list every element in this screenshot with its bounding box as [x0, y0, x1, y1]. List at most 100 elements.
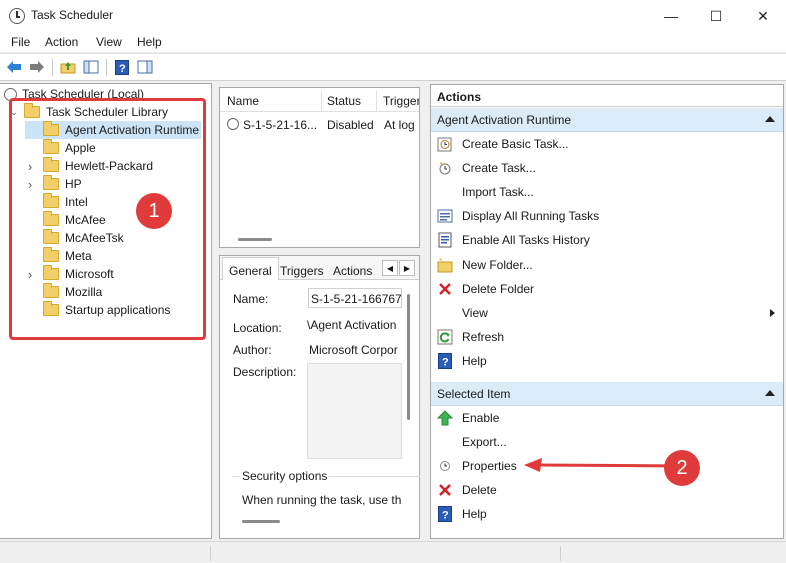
- action-label: Create Task...: [462, 161, 536, 175]
- delete-x-icon: [437, 482, 453, 498]
- actions-title: Actions: [437, 90, 482, 104]
- svg-text:?: ?: [442, 510, 449, 522]
- action-label: Properties: [462, 459, 517, 473]
- action-import-task[interactable]: Import Task...: [431, 180, 783, 204]
- back-icon[interactable]: [5, 58, 23, 76]
- action-export[interactable]: Export...: [431, 430, 783, 454]
- section-title: Agent Activation Runtime: [437, 112, 572, 127]
- history-icon: [437, 232, 453, 248]
- running-tasks-icon: [437, 208, 453, 224]
- toolbar-separator: [106, 59, 107, 76]
- author-label: Author:: [233, 343, 272, 357]
- collapse-icon[interactable]: [765, 390, 775, 396]
- tab-general[interactable]: General: [222, 257, 279, 280]
- details-tabs: General Triggers Actions ◀ ▶: [220, 256, 419, 280]
- horizontal-scrollbar[interactable]: [242, 520, 280, 523]
- toolbar-separator: [52, 59, 53, 76]
- up-folder-icon[interactable]: [59, 58, 77, 76]
- action-label: Import Task...: [462, 185, 534, 199]
- name-value[interactable]: S-1-5-21-1667670: [308, 288, 402, 308]
- action-label: Help: [462, 354, 487, 368]
- properties-icon: [437, 458, 453, 474]
- horizontal-scrollbar[interactable]: [238, 238, 272, 241]
- svg-text:?: ?: [442, 357, 449, 369]
- clock-app-icon: [9, 8, 25, 24]
- location-label: Location:: [233, 321, 282, 335]
- action-label: Help: [462, 507, 487, 521]
- status-bar: [0, 541, 786, 563]
- tab-triggers[interactable]: Triggers: [280, 264, 324, 278]
- task-row[interactable]: S-1-5-21-16... Disabled At log: [220, 114, 419, 134]
- task-list-header: Name Status Trigger: [220, 88, 419, 112]
- menu-action[interactable]: Action: [45, 35, 78, 49]
- create-task-icon: [437, 160, 453, 176]
- action-label: View: [462, 306, 488, 320]
- column-status[interactable]: Status: [327, 94, 361, 108]
- vertical-scrollbar[interactable]: [407, 294, 410, 420]
- help-icon[interactable]: ?: [113, 58, 131, 76]
- collapse-icon[interactable]: [765, 116, 775, 122]
- description-field[interactable]: [307, 363, 402, 459]
- description-label: Description:: [233, 365, 297, 379]
- location-value: \Agent Activation: [307, 318, 397, 332]
- icon-spacer: [437, 184, 453, 200]
- annotation-badge-1: 1: [136, 193, 172, 229]
- security-options-text: When running the task, use th: [242, 493, 402, 507]
- action-label: Export...: [462, 435, 507, 449]
- new-folder-icon: [437, 257, 453, 273]
- task-details-pane: General Triggers Actions ◀ ▶ Name: S-1-5…: [219, 255, 420, 539]
- maximize-button[interactable]: ☐: [693, 0, 739, 32]
- action-help[interactable]: ? Help: [431, 349, 783, 373]
- action-label: Enable: [462, 411, 500, 425]
- action-new-folder[interactable]: New Folder...: [431, 253, 783, 277]
- action-enable[interactable]: Enable: [431, 406, 783, 430]
- svg-text:?: ?: [119, 63, 126, 75]
- action-create-basic-task[interactable]: Create Basic Task...: [431, 132, 783, 156]
- name-label: Name:: [233, 292, 269, 306]
- section-selected-item[interactable]: Selected Item: [431, 382, 783, 406]
- action-refresh[interactable]: Refresh: [431, 325, 783, 349]
- menu-file[interactable]: File: [11, 35, 30, 49]
- icon-spacer: [437, 305, 453, 321]
- submenu-arrow-icon: [770, 309, 775, 317]
- menu-view[interactable]: View: [96, 35, 122, 49]
- action-label: Delete Folder: [462, 282, 535, 296]
- tab-scroll-right-icon[interactable]: ▶: [399, 260, 415, 276]
- icon-spacer: [437, 434, 453, 450]
- show-hide-console-tree-icon[interactable]: [82, 58, 100, 76]
- action-help[interactable]: ? Help: [431, 502, 783, 526]
- status-segment: [210, 546, 211, 561]
- action-view[interactable]: View: [431, 301, 783, 325]
- menu-help[interactable]: Help: [137, 35, 162, 49]
- show-action-pane-icon[interactable]: [136, 58, 154, 76]
- task-list-pane: Name Status Trigger S-1-5-21-16... Disab…: [219, 87, 420, 248]
- tab-actions[interactable]: Actions: [333, 264, 372, 278]
- action-label: Display All Running Tasks: [462, 209, 600, 223]
- section-agent-activation[interactable]: Agent Activation Runtime: [431, 108, 783, 132]
- action-delete-folder[interactable]: Delete Folder: [431, 277, 783, 301]
- action-enable-all-tasks-history[interactable]: Enable All Tasks History: [431, 228, 783, 252]
- toolbar: ?: [0, 53, 786, 81]
- actions-header: Actions: [431, 85, 783, 107]
- column-trigger[interactable]: Trigger: [383, 94, 419, 108]
- task-name: S-1-5-21-16...: [243, 118, 318, 132]
- create-basic-task-icon: [437, 136, 453, 152]
- task-status: Disabled: [327, 118, 374, 132]
- forward-icon[interactable]: [28, 58, 46, 76]
- help-icon: ?: [437, 353, 453, 369]
- status-segment: [560, 546, 561, 561]
- refresh-icon: [437, 329, 453, 345]
- annotation-badge-2: 2: [664, 450, 700, 486]
- security-options-title: Security options: [240, 469, 330, 483]
- action-create-task[interactable]: Create Task...: [431, 156, 783, 180]
- title-bar: Task Scheduler — ☐ ✕: [0, 0, 786, 32]
- action-label: Enable All Tasks History: [462, 233, 590, 247]
- minimize-button[interactable]: —: [648, 0, 694, 32]
- action-label: Create Basic Task...: [462, 137, 569, 151]
- action-display-all-running-tasks[interactable]: Display All Running Tasks: [431, 204, 783, 228]
- column-name[interactable]: Name: [227, 94, 259, 108]
- actions-list: Create Basic Task... Create Task... Import…: [431, 132, 783, 373]
- close-button[interactable]: ✕: [740, 0, 786, 32]
- action-label: Delete: [462, 483, 497, 497]
- tab-scroll-left-icon[interactable]: ◀: [382, 260, 398, 276]
